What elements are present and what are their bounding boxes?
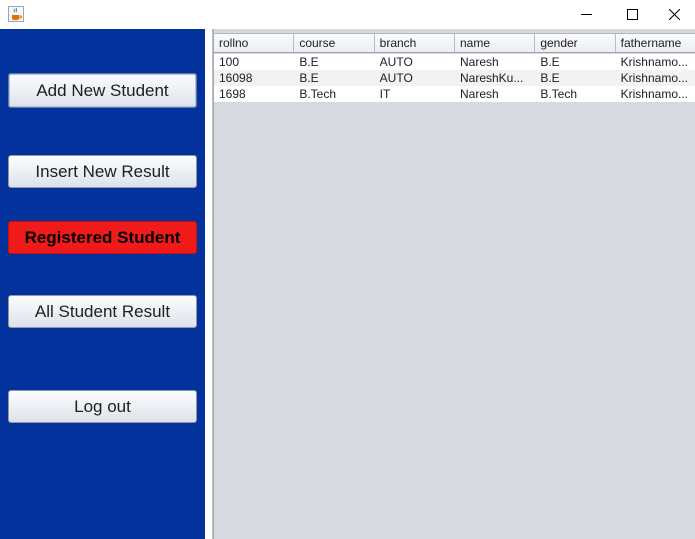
sidebar: Add New Student Insert New Result Regist…: [0, 29, 205, 539]
table-cell[interactable]: Naresh: [455, 86, 535, 102]
table-cell[interactable]: Krishnamo...: [616, 54, 695, 70]
column-header-rollno[interactable]: rollno: [214, 34, 295, 52]
table-cell[interactable]: B.E: [535, 54, 615, 70]
table-row[interactable]: 100 B.E AUTO Naresh B.E Krishnamo...: [214, 54, 695, 70]
log-out-button[interactable]: Log out: [8, 390, 197, 423]
column-header-fathername[interactable]: fathername: [616, 34, 695, 52]
java-coffee-cup-icon: [8, 6, 24, 22]
minimize-icon: [580, 9, 592, 20]
table-cell[interactable]: Naresh: [455, 54, 535, 70]
column-header-name[interactable]: name: [455, 34, 536, 52]
table-cell[interactable]: 1698: [214, 86, 294, 102]
all-student-result-button[interactable]: All Student Result: [8, 295, 197, 328]
table-cell[interactable]: B.E: [294, 70, 374, 86]
table-cell[interactable]: B.E: [535, 70, 615, 86]
table-cell[interactable]: IT: [375, 86, 455, 102]
insert-new-result-button[interactable]: Insert New Result: [8, 155, 197, 188]
close-icon: [668, 9, 680, 20]
minimize-button[interactable]: [563, 0, 609, 29]
maximize-button[interactable]: [609, 0, 655, 29]
add-new-student-button[interactable]: Add New Student: [8, 73, 197, 108]
registered-student-button[interactable]: Registered Student: [8, 221, 197, 254]
split-divider[interactable]: [205, 29, 213, 539]
title-bar: [0, 0, 695, 29]
close-button[interactable]: [653, 0, 695, 29]
column-header-gender[interactable]: gender: [535, 34, 616, 52]
column-header-branch[interactable]: branch: [375, 34, 455, 52]
table-row[interactable]: 1698 B.Tech IT Naresh B.Tech Krishnamo..…: [214, 86, 695, 102]
table-cell[interactable]: 16098: [214, 70, 294, 86]
table-cell[interactable]: B.E: [294, 54, 374, 70]
table-cell[interactable]: Krishnamo...: [616, 86, 695, 102]
table-cell[interactable]: NareshKu...: [455, 70, 535, 86]
table-cell[interactable]: B.Tech: [535, 86, 615, 102]
table-cell[interactable]: AUTO: [375, 70, 455, 86]
table-cell[interactable]: AUTO: [375, 54, 455, 70]
table-cell[interactable]: Krishnamo...: [616, 70, 695, 86]
maximize-icon: [626, 9, 638, 20]
table-row[interactable]: 16098 B.E AUTO NareshKu... B.E Krishnamo…: [214, 70, 695, 86]
table-body: 100 B.E AUTO Naresh B.E Krishnamo... 160…: [214, 54, 695, 102]
table-cell[interactable]: B.Tech: [294, 86, 374, 102]
column-header-course[interactable]: course: [294, 34, 375, 52]
table-cell[interactable]: 100: [214, 54, 294, 70]
student-table-panel: rollno course branch name gender fathern…: [213, 29, 695, 539]
table-header: rollno course branch name gender fathern…: [214, 33, 695, 53]
